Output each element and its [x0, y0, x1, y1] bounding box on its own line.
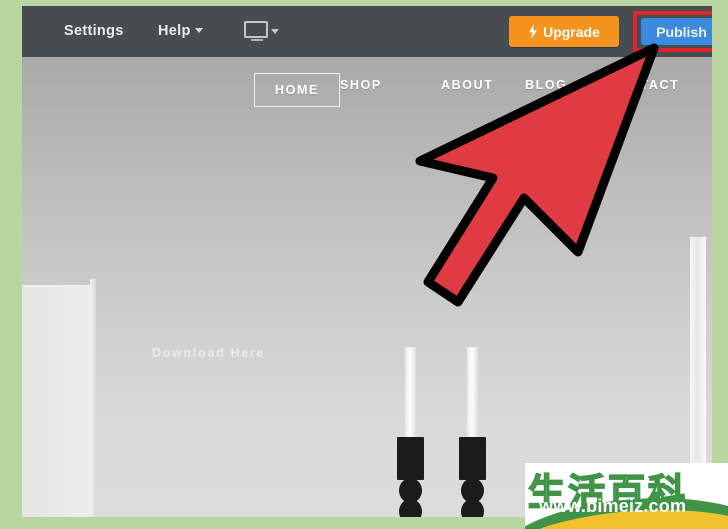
hero-caption-text[interactable]: Download Here [152, 346, 265, 360]
upgrade-button-label: Upgrade [543, 23, 600, 40]
menu-item-help-label: Help [158, 23, 191, 39]
nav-item-shop[interactable]: SHOP [340, 78, 382, 92]
candle-holder-shape [397, 437, 424, 480]
candlestick-left-decor [397, 347, 424, 517]
website-editor: e Settings Help Upgrade Publish [22, 6, 712, 517]
monitor-screen-shape [244, 21, 268, 38]
candle-bulb-shape [399, 499, 422, 517]
watermark: 生活百科 www.bimeiz.com [525, 463, 728, 529]
nav-item-blog[interactable]: BLOG [525, 78, 568, 92]
candle-holder-shape [459, 437, 486, 480]
site-preview-canvas[interactable]: HOME SHOP ABOUT BLOG CONTACT Download He… [22, 57, 712, 517]
watermark-url-text: www.bimeiz.com [539, 496, 687, 516]
chevron-down-icon [271, 29, 279, 34]
chevron-down-icon [194, 28, 203, 33]
menu-item-help[interactable]: Help [158, 23, 203, 39]
nav-item-home[interactable]: HOME [254, 73, 340, 107]
nav-item-contact[interactable]: CONTACT [608, 78, 679, 92]
candlestick-right-decor [459, 347, 486, 517]
site-navigation: HOME SHOP ABOUT BLOG CONTACT [22, 67, 712, 109]
upgrade-button[interactable]: Upgrade [509, 16, 619, 47]
publish-button-highlight [633, 11, 712, 52]
lightning-bolt-icon [529, 24, 538, 39]
editor-toolbar: e Settings Help Upgrade Publish [22, 6, 712, 57]
screen-frame: e Settings Help Upgrade Publish [0, 0, 728, 529]
monitor-stand-shape [251, 39, 263, 41]
wall-panel-decor [22, 285, 94, 517]
monitor-icon[interactable] [244, 21, 280, 43]
menu-item-settings[interactable]: Settings [64, 23, 124, 39]
candle-bulb-shape [461, 499, 484, 517]
nav-item-about[interactable]: ABOUT [441, 78, 493, 92]
wall-panel-edge-decor [90, 279, 96, 517]
